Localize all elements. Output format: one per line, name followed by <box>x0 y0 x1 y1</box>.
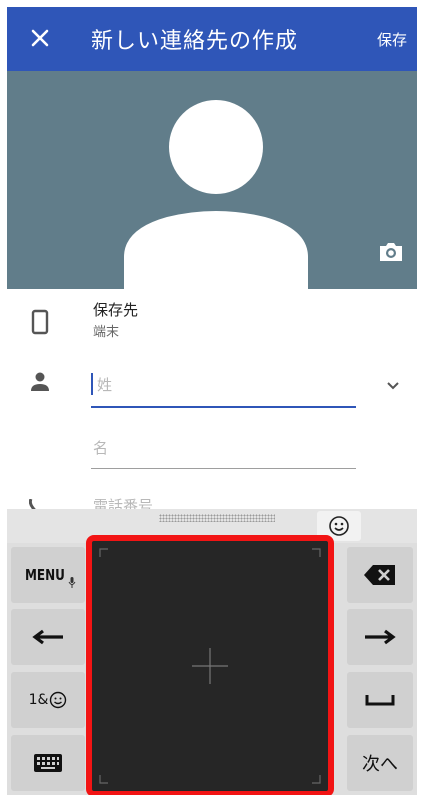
symbols-key-label: 1& <box>28 692 49 708</box>
smiley-icon <box>329 516 349 536</box>
keyboard-switch-key[interactable] <box>11 735 85 791</box>
close-icon <box>31 29 49 47</box>
space-icon <box>365 695 395 706</box>
account-row[interactable]: 保存先 端末 <box>7 289 417 349</box>
smiley-icon <box>50 691 67 709</box>
backspace-key[interactable] <box>347 547 413 603</box>
keyboard-icon <box>34 754 62 772</box>
field-underline-active <box>91 406 356 408</box>
phone-device-icon <box>31 309 49 335</box>
handwriting-pad[interactable] <box>86 535 334 795</box>
save-button[interactable]: 保存 <box>377 29 407 50</box>
cursor-right-key[interactable] <box>347 609 413 665</box>
app-bar: 新しい連絡先の作成 保存 <box>7 7 417 71</box>
cursor-left-key[interactable] <box>11 609 85 665</box>
arrow-left-icon <box>32 629 63 645</box>
next-key-label: 次へ <box>362 754 398 775</box>
menu-key-label: MENU <box>25 566 65 584</box>
last-name-placeholder: 姓 <box>97 376 113 394</box>
next-key[interactable]: 次へ <box>347 735 413 791</box>
person-icon <box>31 372 49 391</box>
account-label: 保存先 <box>93 301 139 319</box>
menu-key[interactable]: MENU <box>11 547 85 603</box>
contact-form: 保存先 端末 姓 名 電話番号 <box>7 289 417 513</box>
avatar-placeholder-icon <box>124 100 308 289</box>
camera-icon <box>380 243 402 261</box>
chevron-down-icon <box>387 382 399 390</box>
arrow-right-icon <box>365 629 396 645</box>
space-key[interactable] <box>347 672 413 728</box>
first-name-placeholder: 名 <box>93 439 109 457</box>
page-title: 新しい連絡先の作成 <box>91 29 299 54</box>
symbols-key[interactable]: 1& <box>11 672 85 728</box>
pad-corner-marks <box>99 548 321 784</box>
keyboard-drag-handle[interactable] <box>159 514 275 522</box>
close-button[interactable] <box>25 21 55 55</box>
last-name-input[interactable]: 姓 <box>91 367 356 411</box>
change-photo-button[interactable] <box>377 238 405 266</box>
field-underline <box>91 468 356 469</box>
contact-photo-area[interactable] <box>7 71 417 289</box>
screen: 新しい連絡先の作成 保存 保存先 端末 姓 名 電話番号 MENU 1& 次へ <box>7 7 417 795</box>
first-name-input[interactable]: 名 <box>91 427 356 471</box>
phone-input[interactable]: 電話番号 <box>91 495 356 509</box>
microphone-icon <box>68 577 76 588</box>
backspace-icon <box>364 565 395 585</box>
crosshair-icon <box>192 648 228 684</box>
phone-placeholder: 電話番号 <box>93 497 154 509</box>
text-cursor <box>91 373 93 395</box>
account-value: 端末 <box>93 325 120 340</box>
expand-name-button[interactable] <box>383 375 403 395</box>
